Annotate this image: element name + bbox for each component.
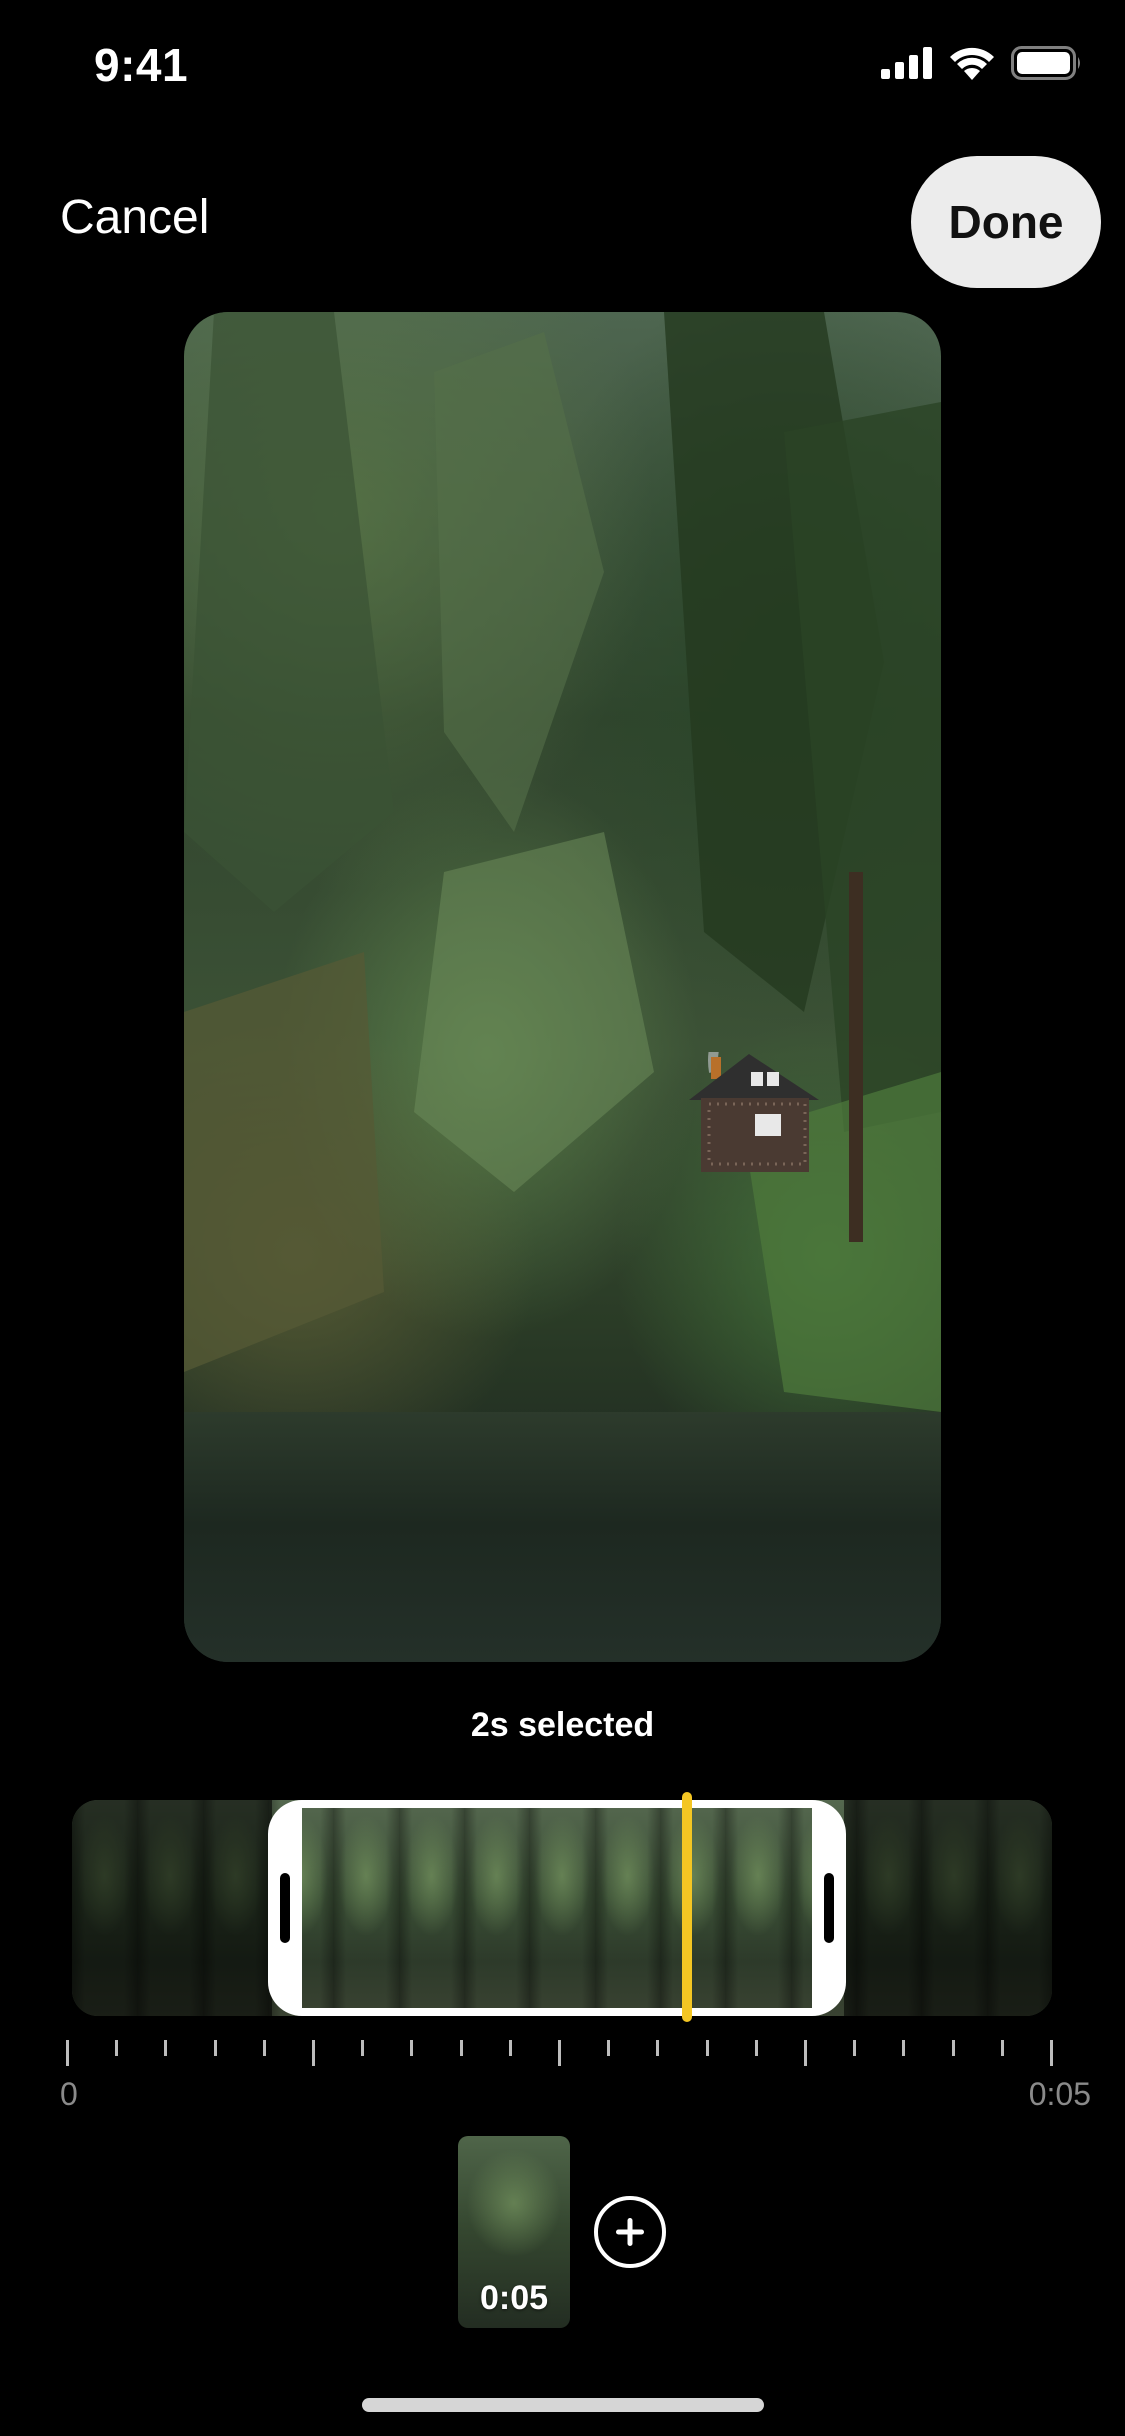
status-time: 9:41 — [94, 39, 189, 91]
ruler-tick — [902, 2040, 906, 2056]
cancel-button[interactable]: Cancel — [60, 190, 209, 245]
ruler-tick — [607, 2040, 611, 2056]
selection-duration-label: 2s selected — [470, 1706, 655, 1744]
clip-duration: 0:05 — [479, 2279, 549, 2317]
unselected-region-right — [844, 1800, 1052, 2016]
ruler-start-label: 0 — [60, 2076, 78, 2112]
battery-icon — [1011, 46, 1080, 80]
ruler-tick — [804, 2040, 807, 2066]
ruler-tick — [558, 2040, 561, 2066]
ruler-tick — [410, 2040, 414, 2056]
ruler-tick — [705, 2040, 709, 2056]
ruler-tick — [66, 2040, 69, 2066]
unselected-region-left — [72, 1800, 272, 2016]
ruler-tick — [1000, 2040, 1004, 2056]
status-icons — [881, 46, 1083, 80]
trim-selection-frame[interactable] — [268, 1800, 846, 2016]
video-preview[interactable] — [184, 312, 941, 1662]
trim-handle-right[interactable] — [824, 1873, 834, 1943]
ruler-tick — [115, 2040, 119, 2056]
ruler-tick — [656, 2040, 660, 2056]
status-bar: 9:41 — [0, 0, 1125, 140]
clip-thumbnail[interactable]: 0:05 — [458, 2136, 570, 2328]
ruler-tick — [508, 2040, 512, 2056]
cabin-illustration — [689, 1052, 819, 1172]
done-button[interactable]: Done — [911, 156, 1101, 288]
ruler-tick — [213, 2040, 217, 2056]
add-clip-button[interactable] — [594, 2196, 666, 2268]
cellular-signal-icon — [881, 47, 932, 79]
ruler-tick — [312, 2040, 315, 2066]
home-indicator[interactable] — [362, 2398, 764, 2412]
ruler-end-label: 0:05 — [1028, 2076, 1091, 2112]
ruler-tick — [1050, 2040, 1053, 2066]
ruler-tick — [361, 2040, 365, 2056]
ruler-tick — [853, 2040, 857, 2056]
ruler-tick — [164, 2040, 168, 2056]
time-ruler — [66, 2040, 1056, 2070]
wifi-icon — [950, 47, 994, 80]
plus-icon — [616, 2218, 644, 2246]
trim-handle-left[interactable] — [280, 1873, 290, 1943]
playhead[interactable] — [682, 1792, 692, 2022]
ruler-tick — [459, 2040, 463, 2056]
ruler-tick — [951, 2040, 955, 2056]
ruler-tick — [262, 2040, 266, 2056]
river-water — [184, 1412, 941, 1662]
ruler-tick — [754, 2040, 758, 2056]
